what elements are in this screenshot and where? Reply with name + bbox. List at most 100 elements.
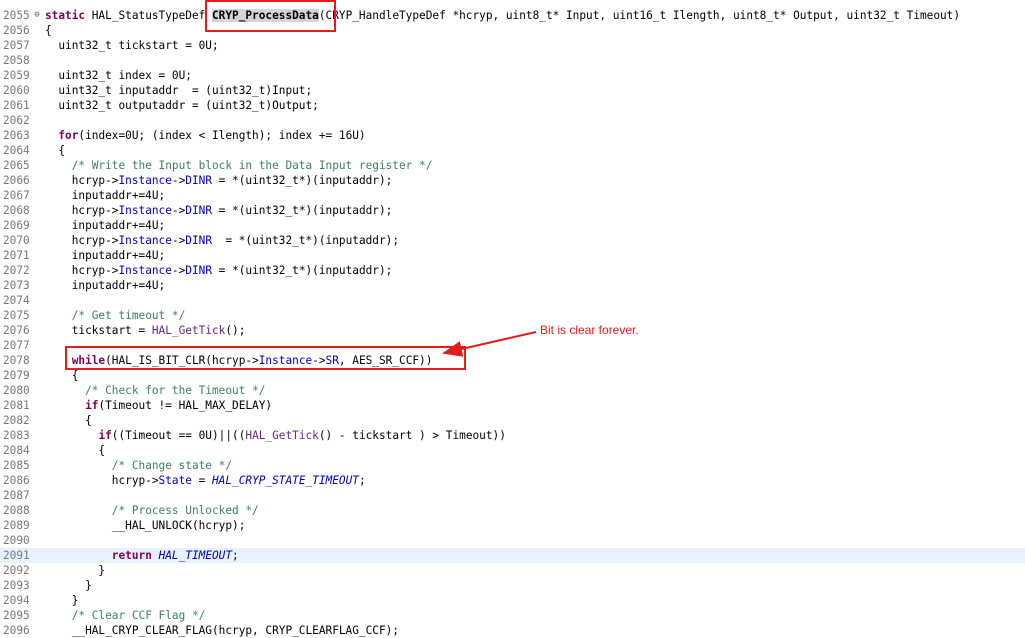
code-line[interactable]: 2061 uint32_t outputaddr = (uint32_t)Out… [0, 98, 1025, 113]
code-token: -> [171, 204, 186, 217]
code-text: hcryp->Instance->DINR = *(uint32_t*)(inp… [45, 233, 399, 248]
code-line[interactable]: 2093 } [0, 578, 1025, 593]
code-text: { [45, 23, 52, 38]
code-token: if [98, 429, 112, 442]
line-number: 2074 [3, 294, 30, 307]
line-number: 2063 [3, 129, 30, 142]
code-token: uint32_t outputaddr = (uint32_t)Output; [45, 99, 319, 112]
code-token: State [158, 474, 192, 487]
code-text: uint32_t outputaddr = (uint32_t)Output; [45, 98, 319, 113]
code-line[interactable]: 2094 } [0, 593, 1025, 608]
code-line[interactable]: 2071 inputaddr+=4U; [0, 248, 1025, 263]
code-token: HAL_TIMEOUT [158, 549, 233, 562]
line-number: 2070 [3, 234, 30, 247]
code-token: { [45, 369, 79, 382]
code-line[interactable]: 2084 { [0, 443, 1025, 458]
code-token: { [45, 144, 66, 157]
line-number: 2060 [3, 84, 30, 97]
code-line[interactable]: 2065 /* Write the Input block in the Dat… [0, 158, 1025, 173]
code-line[interactable]: 2062 [0, 113, 1025, 128]
code-token: -> [171, 234, 186, 247]
code-line[interactable]: 2095 /* Clear CCF Flag */ [0, 608, 1025, 623]
code-line[interactable]: 2091 return HAL_TIMEOUT; [0, 548, 1025, 563]
line-number: 2094 [3, 594, 30, 607]
code-token: /* Write the Input block in the Data Inp… [71, 159, 433, 172]
code-line[interactable]: 2070 hcryp->Instance->DINR = *(uint32_t*… [0, 233, 1025, 248]
code-text: { [45, 443, 105, 458]
code-text: /* Get timeout */ [45, 308, 186, 323]
code-line[interactable]: 2085 /* Change state */ [0, 458, 1025, 473]
code-token: DINR [185, 234, 212, 247]
code-line[interactable]: 2074 [0, 293, 1025, 308]
code-token: hcryp-> [45, 204, 119, 217]
code-line[interactable]: 2068 hcryp->Instance->DINR = *(uint32_t*… [0, 203, 1025, 218]
fold-toggle-icon[interactable]: ⊖ [31, 8, 43, 23]
code-line[interactable]: 2086 hcryp->State = HAL_CRYP_STATE_TIMEO… [0, 473, 1025, 488]
line-number: 2077 [3, 339, 30, 352]
code-token: () - tickstart ) > Timeout)) [318, 429, 506, 442]
code-editor[interactable]: 2055 ⊖ static HAL_StatusTypeDef CRYP_Proce… [0, 0, 1025, 638]
code-line[interactable]: 2080 /* Check for the Timeout */ [0, 383, 1025, 398]
code-line[interactable]: 2058 [0, 53, 1025, 68]
code-line[interactable]: 2057 uint32_t tickstart = 0U; [0, 38, 1025, 53]
code-line[interactable]: 2075 /* Get timeout */ [0, 308, 1025, 323]
code-token: return [111, 549, 152, 562]
code-token: DINR [185, 264, 212, 277]
line-number: 2079 [3, 369, 30, 382]
code-line[interactable]: 2081 if(Timeout != HAL_MAX_DELAY) [0, 398, 1025, 413]
code-line[interactable]: 2092 } [0, 563, 1025, 578]
code-token: uint32_t tickstart = 0U; [45, 39, 219, 52]
code-text: { [45, 368, 79, 383]
code-token: = [191, 474, 212, 487]
code-line[interactable]: 2073 inputaddr+=4U; [0, 278, 1025, 293]
code-line[interactable]: 2076 tickstart = HAL_GetTick(); [0, 323, 1025, 338]
line-number: 2067 [3, 189, 30, 202]
code-text: return HAL_TIMEOUT; [45, 548, 239, 563]
code-text: inputaddr+=4U; [45, 278, 166, 293]
code-text: __HAL_UNLOCK(hcryp); [45, 518, 246, 533]
code-line[interactable]: 2055 ⊖ static HAL_StatusTypeDef CRYP_Proce… [0, 8, 1025, 23]
code-text: uint32_t index = 0U; [45, 68, 192, 83]
code-token: (CRYP_HandleTypeDef *hcryp, uint8_t* Inp… [318, 9, 961, 22]
code-token: = *(uint32_t*)(inputaddr); [212, 174, 393, 187]
code-token: Instance [118, 234, 172, 247]
code-token: = *(uint32_t*)(inputaddr); [212, 234, 400, 247]
code-line[interactable]: 2066 hcryp->Instance->DINR = *(uint32_t*… [0, 173, 1025, 188]
code-line[interactable]: 2079 { [0, 368, 1025, 383]
line-number: 2059 [3, 69, 30, 82]
line-number: 2064 [3, 144, 30, 157]
line-number: 2076 [3, 324, 30, 337]
line-number: 2066 [3, 174, 30, 187]
code-line[interactable]: 2096 __HAL_CRYP_CLEAR_FLAG(hcryp, CRYP_C… [0, 623, 1025, 638]
code-text: /* Write the Input block in the Data Inp… [45, 158, 433, 173]
code-line[interactable]: 2067 inputaddr+=4U; [0, 188, 1025, 203]
code-token: -> [171, 264, 186, 277]
code-token: { [45, 24, 52, 37]
code-line[interactable]: 2072 hcryp->Instance->DINR = *(uint32_t*… [0, 263, 1025, 278]
line-number: 2075 [3, 309, 30, 322]
code-line[interactable]: 2087 [0, 488, 1025, 503]
code-text: /* Change state */ [45, 458, 232, 473]
code-text: /* Process Unlocked */ [45, 503, 259, 518]
code-line[interactable]: 2090 [0, 533, 1025, 548]
line-number: 2087 [3, 489, 30, 502]
code-token: HAL_GetTick [245, 429, 319, 442]
code-line[interactable]: 2088 /* Process Unlocked */ [0, 503, 1025, 518]
code-line[interactable]: 2082 { [0, 413, 1025, 428]
annotation-note: Bit is clear forever. [540, 323, 639, 337]
code-line[interactable]: 2069 inputaddr+=4U; [0, 218, 1025, 233]
code-text: } [45, 578, 92, 593]
code-line[interactable]: 2056 { [0, 23, 1025, 38]
code-line[interactable]: 2063 for(index=0U; (index < Ilength); in… [0, 128, 1025, 143]
code-line[interactable]: 2059 uint32_t index = 0U; [0, 68, 1025, 83]
code-line[interactable]: 2064 { [0, 143, 1025, 158]
code-line[interactable]: 2060 uint32_t inputaddr = (uint32_t)Inpu… [0, 83, 1025, 98]
line-number: 2092 [3, 564, 30, 577]
code-line[interactable]: 2089 __HAL_UNLOCK(hcryp); [0, 518, 1025, 533]
code-line[interactable]: 2083 if((Timeout == 0U)||((HAL_GetTick()… [0, 428, 1025, 443]
